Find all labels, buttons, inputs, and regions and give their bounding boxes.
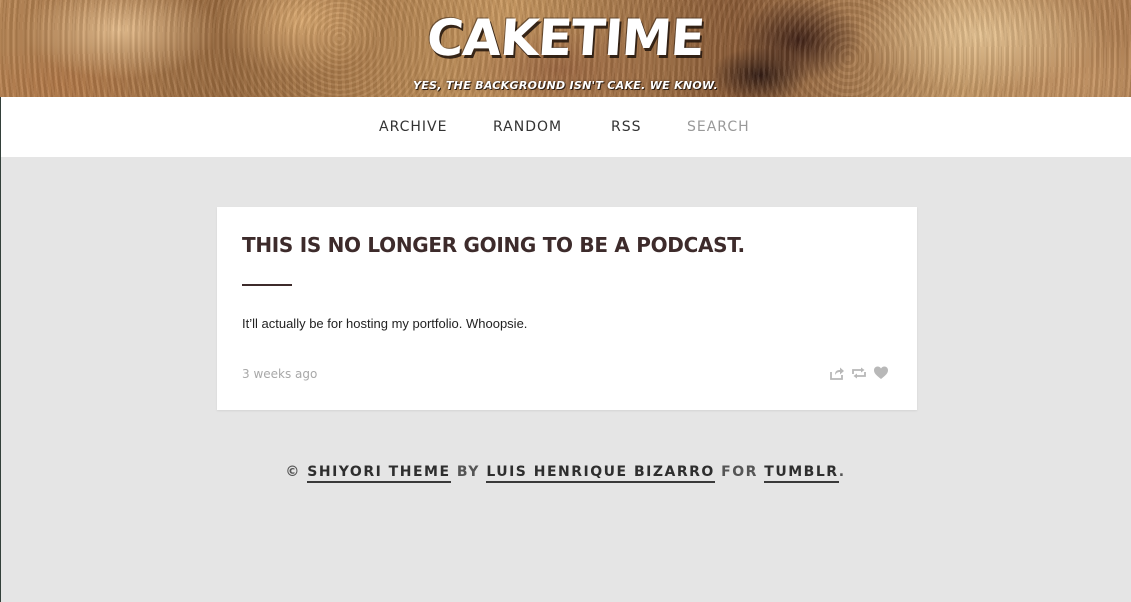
search-input[interactable]: SEARCH <box>687 119 750 135</box>
heart-icon[interactable] <box>873 365 889 381</box>
reblog-icon[interactable] <box>851 365 867 381</box>
nav-random-link[interactable]: RANDOM <box>493 119 562 135</box>
copyright-symbol: © <box>285 464 301 480</box>
footer-by-text: BY <box>456 464 480 480</box>
main-nav: ARCHIVE RANDOM RSS SEARCH <box>1 97 1131 157</box>
site-tagline: YES, THE BACKGROUND ISN'T CAKE. WE KNOW. <box>412 79 719 92</box>
nav-archive-link[interactable]: ARCHIVE <box>379 119 447 135</box>
footer-credits: © SHIYORI THEME BY LUIS HENRIQUE BIZARRO… <box>0 463 1131 483</box>
footer-period: . <box>838 464 846 480</box>
post-date-link[interactable]: 3 weeks ago <box>242 367 317 381</box>
author-credit-link[interactable]: LUIS HENRIQUE BIZARRO <box>486 464 715 483</box>
footer-for-text: FOR <box>721 464 758 480</box>
share-icon[interactable] <box>829 365 845 381</box>
post-card: THIS IS NO LONGER GOING TO BE A PODCAST.… <box>217 207 917 410</box>
header-banner: CAKETIME YES, THE BACKGROUND ISN'T CAKE.… <box>0 0 1131 97</box>
theme-credit-link[interactable]: SHIYORI THEME <box>307 464 451 483</box>
post-body: It’ll actually be for hosting my portfol… <box>242 316 528 331</box>
post-divider <box>242 284 292 286</box>
site-title[interactable]: CAKETIME <box>0 8 1131 68</box>
post-title: THIS IS NO LONGER GOING TO BE A PODCAST. <box>242 233 745 257</box>
nav-rss-link[interactable]: RSS <box>611 119 642 135</box>
tumblr-link[interactable]: TUMBLR <box>764 464 839 483</box>
